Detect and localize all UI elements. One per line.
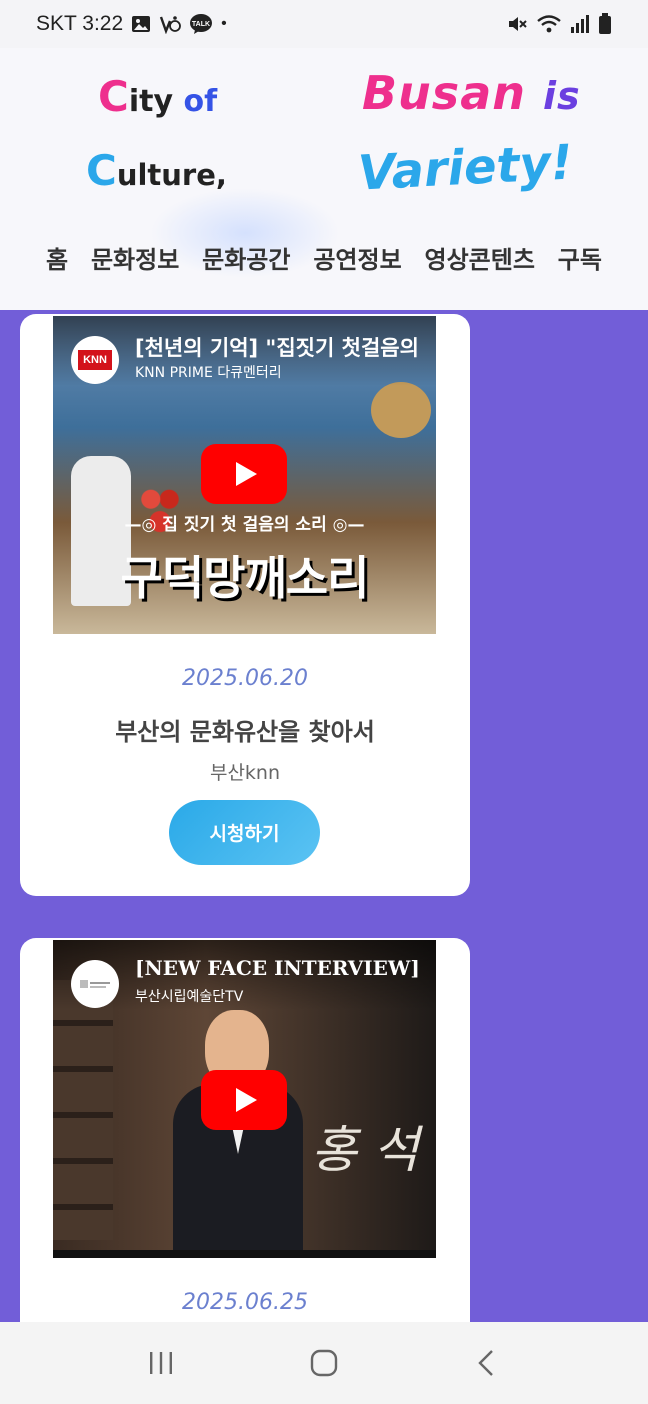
- system-nav-bar: [0, 1322, 648, 1404]
- accessibility-icon: [160, 16, 182, 34]
- youtube-play-icon[interactable]: [201, 1070, 287, 1130]
- status-time: SKT 3:22: [36, 12, 124, 35]
- video-thumbnail[interactable]: KNN [천년의 기억] "집짓기 첫걸음의 KNN PRIME 다큐멘터리 —…: [53, 316, 436, 634]
- kakaotalk-icon: TALK: [190, 14, 213, 34]
- video-title[interactable]: [NEW FACE INTERVIEW]: [135, 956, 420, 980]
- nav-home[interactable]: 홈: [46, 240, 68, 275]
- site-logo-line2[interactable]: Culture,: [86, 146, 227, 195]
- back-icon: [477, 1350, 493, 1376]
- battery-icon: [599, 13, 611, 34]
- wifi-icon: [537, 15, 561, 33]
- recents-icon: [150, 1352, 173, 1374]
- card-date: 2025.06.20: [182, 666, 308, 691]
- nav-culture-space[interactable]: 문화공간: [202, 240, 290, 275]
- card-title: 부산의 문화유산을 찾아서: [115, 718, 375, 746]
- thumbnail-calligraphy: 홍 석: [311, 1121, 419, 1179]
- thumbnail-person: [173, 1010, 303, 1258]
- video-channel[interactable]: 부산시립예술단TV: [135, 986, 243, 1006]
- video-thumbnail[interactable]: 홍 석 [NEW FACE INTERVIEW] 부산시립예술단TV: [53, 940, 436, 1258]
- logo-busan: Busan is: [362, 66, 581, 120]
- gallery-icon: [132, 16, 151, 32]
- logo-cap-c2: C: [86, 146, 117, 195]
- thumbnail-bottom-bar: [53, 1250, 436, 1258]
- video-card: 홍 석 [NEW FACE INTERVIEW] 부산시립예술단TV 2025.…: [20, 938, 470, 1338]
- nav-performance-info[interactable]: 공연정보: [313, 240, 401, 275]
- watch-button[interactable]: 시청하기: [169, 800, 320, 865]
- youtube-play-icon[interactable]: [201, 444, 287, 504]
- status-bar: SKT 3:22 TALK •: [0, 0, 648, 48]
- logo-is-word: is: [543, 74, 581, 118]
- recents-button[interactable]: [131, 1333, 191, 1393]
- nav-culture-info[interactable]: 문화정보: [91, 240, 179, 275]
- card-date: 2025.06.25: [182, 1290, 308, 1315]
- video-card: KNN [천년의 기억] "집짓기 첫걸음의 KNN PRIME 다큐멘터리 —…: [20, 314, 470, 896]
- back-button[interactable]: [457, 1333, 517, 1393]
- logo-text-ity: ity: [128, 84, 184, 119]
- channel-avatar[interactable]: KNN: [71, 336, 119, 384]
- home-button[interactable]: [294, 1333, 354, 1393]
- site-logo-line1[interactable]: City of: [98, 72, 217, 121]
- thumbnail-headline: 구덕망깨소리: [120, 551, 370, 605]
- card-source: 부산knn: [209, 762, 281, 784]
- site-header: City of Culture, Busan is Variety! 홈 문화정…: [0, 48, 648, 310]
- main-nav: 홈 문화정보 문화공간 공연정보 영상콘텐츠 구독: [0, 240, 648, 275]
- signal-icon: [571, 15, 589, 33]
- logo-text-f: f: [204, 84, 218, 119]
- busan-arts-logo-icon: [80, 980, 110, 988]
- video-channel[interactable]: KNN PRIME 다큐멘터리: [135, 362, 282, 382]
- thumbnail-subtitle: —◎ 집 짓기 첫 걸음의 소리 ◎—: [124, 515, 365, 535]
- logo-text-o: o: [183, 84, 205, 119]
- channel-avatar[interactable]: [71, 960, 119, 1008]
- nav-subscribe[interactable]: 구독: [558, 240, 602, 275]
- logo-variety: Variety!: [356, 134, 574, 202]
- nav-video-content[interactable]: 영상콘텐츠: [425, 240, 535, 275]
- svg-text:TALK: TALK: [192, 21, 210, 28]
- status-dot: •: [221, 15, 227, 32]
- mute-icon: [509, 17, 527, 31]
- home-icon: [310, 1349, 338, 1377]
- knn-logo-icon: KNN: [78, 350, 112, 370]
- video-title[interactable]: [천년의 기억] "집짓기 첫걸음의: [135, 332, 419, 362]
- thumbnail-bookshelf: [53, 980, 113, 1240]
- thumbnail-drum: [371, 382, 431, 438]
- logo-cap-c1: C: [98, 72, 129, 121]
- logo-text-ulture: ulture,: [116, 158, 227, 192]
- logo-busan-word: Busan: [362, 66, 526, 120]
